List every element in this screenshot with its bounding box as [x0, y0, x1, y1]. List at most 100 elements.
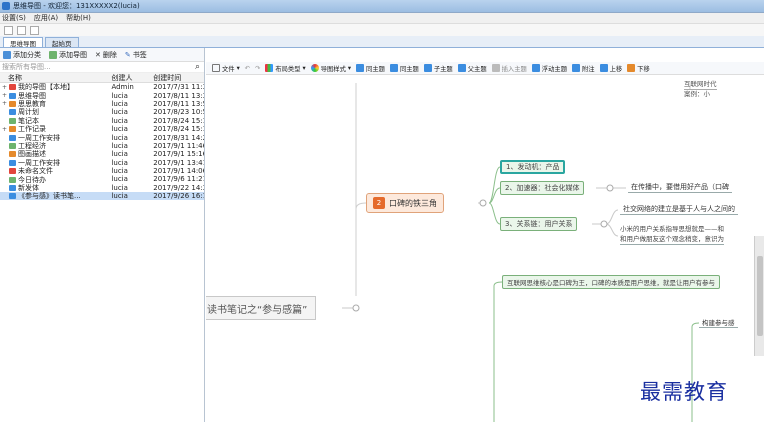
row-creator: lucia: [111, 133, 128, 142]
layout-button[interactable]: 布局类型 ▾: [265, 64, 306, 73]
core-concept-topic[interactable]: 互联网思维核心是口碑为王，口碑的本质是用户思维，就是让用户有参与: [502, 275, 720, 289]
parent-topic-icon: [457, 64, 466, 72]
vertical-scrollbar[interactable]: [754, 236, 764, 356]
row-time: 2017/9/1 15:16: [153, 150, 204, 159]
row-name-cell: 工程经济: [0, 142, 109, 150]
tab-start-page[interactable]: 起始页: [45, 37, 79, 48]
table-row[interactable]: + 思思教育 lucia 2017/8/11 13:5: [0, 100, 204, 108]
insert-topic-button[interactable]: 插入主题: [491, 64, 527, 73]
row-name-cell: + 工作记录: [0, 125, 109, 133]
note-button[interactable]: 附注: [571, 64, 595, 73]
map-file-icon: [9, 176, 16, 183]
row-name-cell: + 思维导图: [0, 91, 109, 100]
layout-icon: [265, 64, 274, 72]
row-time: 2017/9/1 14:06: [153, 167, 204, 176]
row-time: 2017/9/6 11:21: [153, 175, 204, 184]
mindmap-canvas[interactable]: 读书笔记之“参与感篇” 2 口碑的铁三角 1、发动机：产品 2、加速器：社会化媒…: [206, 76, 764, 422]
file-menu-button[interactable]: 文件 ▾: [212, 64, 240, 73]
row-name-cell: 未命名文件: [0, 167, 109, 175]
float-topic-button[interactable]: 浮动主题: [531, 64, 567, 73]
export-icon[interactable]: [30, 25, 39, 35]
row-name-cell: + 我的导图【本地】: [0, 83, 109, 91]
sibling-topic-button[interactable]: 同主题: [356, 64, 385, 73]
header-creator[interactable]: 创建人: [109, 73, 151, 83]
row-time: 2017/9/22 14:3: [153, 183, 204, 192]
leaf-xiaomi-note[interactable]: 小米的用户关系指导思想就是——和 和用户做朋友这个观念稍变，意识为: [620, 224, 724, 245]
note-icon: [571, 64, 580, 72]
row-time: 2017/8/24 15:1: [153, 116, 204, 125]
table-row[interactable]: 一周工作安排 lucia 2017/9/1 13:41: [0, 159, 204, 167]
header-name[interactable]: 名称: [0, 73, 109, 83]
leaf-social-note[interactable]: 社交网络的建立是基于人与人之间的: [620, 203, 738, 215]
table-row[interactable]: 未命名文件 lucia 2017/9/1 14:06: [0, 167, 204, 175]
row-creator: lucia: [111, 108, 128, 117]
move-up-button[interactable]: 上移: [599, 64, 622, 73]
build-participation-topic[interactable]: 构建参与感: [699, 316, 738, 328]
table-row[interactable]: 笔记本 lucia 2017/8/24 15:1: [0, 117, 204, 125]
leaf-xiaomi-line-1: 小米的用户关系指导思想就是——和: [620, 225, 724, 233]
search-input[interactable]: 搜索所有导图... ⌕: [0, 62, 204, 73]
same-topic-button[interactable]: 同主题: [389, 64, 419, 73]
subtopic-user-relations[interactable]: 3、关系链：用户关系: [500, 217, 578, 231]
new-icon[interactable]: [4, 25, 13, 35]
map-file-icon: [9, 100, 16, 107]
row-name-cell: 《参与感》读书笔...: [0, 192, 109, 200]
sibling-topic-icon: [356, 64, 365, 72]
float-topic-icon: [531, 64, 540, 72]
save-icon[interactable]: [17, 25, 26, 35]
menu-bar: 设置(S) 应用(A) 帮助(H): [0, 13, 764, 24]
map-file-icon: [9, 168, 16, 175]
row-time: 2017/8/23 10:5: [153, 108, 204, 117]
table-row[interactable]: 新发体 lucia 2017/9/22 14:3: [0, 184, 204, 192]
row-name-cell: + 思思教育: [0, 100, 109, 108]
expand-toggle-icon[interactable]: +: [2, 84, 7, 91]
expand-toggle-icon[interactable]: +: [2, 92, 7, 99]
map-file-icon: [9, 193, 16, 200]
expand-toggle-icon[interactable]: +: [2, 126, 7, 133]
leaf-media-note[interactable]: 在传播中，要借用好产品（口碑: [628, 181, 732, 193]
subtopic-social-media[interactable]: 2、加速器：社会化媒体: [500, 181, 585, 195]
add-category-button[interactable]: 添加分类: [3, 50, 41, 60]
scrollbar-thumb[interactable]: [757, 256, 763, 336]
top-note-box[interactable]: 互联网时代 案例：小: [684, 80, 717, 99]
central-topic[interactable]: 2 口碑的铁三角: [366, 193, 444, 213]
arrow-up-icon: [599, 64, 608, 72]
row-name: 《参与感》读书笔...: [18, 192, 81, 201]
delete-button[interactable]: ✕ 删除: [95, 50, 117, 60]
menu-settings[interactable]: 设置(S): [2, 13, 26, 23]
row-time: 2017/8/31 14:2: [153, 133, 204, 142]
header-time[interactable]: 创建时间: [151, 73, 204, 83]
row-creator: lucia: [111, 183, 128, 192]
row-creator: lucia: [111, 125, 128, 134]
parent-topic-button[interactable]: 父主题: [457, 64, 487, 73]
table-row[interactable]: 图画描述 lucia 2017/9/1 15:16: [0, 150, 204, 158]
table-row[interactable]: 《参与感》读书笔... lucia 2017/9/26 16:1: [0, 192, 204, 201]
undo-button[interactable]: ↶: [245, 65, 250, 72]
table-row[interactable]: + 思维导图 lucia 2017/8/11 13:3: [0, 91, 204, 100]
subtopic-product[interactable]: 1、发动机：产品: [500, 160, 566, 174]
row-name: 工作记录: [18, 125, 46, 134]
child-topic-button[interactable]: 子主题: [423, 64, 453, 73]
table-row[interactable]: + 工作记录 lucia 2017/8/24 15:1: [0, 125, 204, 133]
row-creator: lucia: [111, 167, 128, 176]
bookmark-button[interactable]: ✎ 书签: [125, 50, 147, 60]
add-map-button[interactable]: 添加导图: [49, 50, 87, 60]
row-creator: lucia: [111, 158, 128, 167]
file-panel: 添加分类 添加导图 ✕ 删除 ✎ 书签 搜索所有导图... ⌕ 名称 创建人 创建时…: [0, 48, 205, 422]
menu-apps[interactable]: 应用(A): [34, 13, 58, 23]
table-row[interactable]: 今日待办 lucia 2017/9/6 11:21: [0, 175, 204, 184]
redo-button[interactable]: ↷: [255, 65, 260, 72]
menu-help[interactable]: 帮助(H): [66, 13, 91, 23]
table-row[interactable]: 工程经济 lucia 2017/9/1 11:46: [0, 142, 204, 150]
table-row[interactable]: 周计划 lucia 2017/8/23 10:5: [0, 108, 204, 116]
style-button[interactable]: 导图样式 ▾: [310, 64, 351, 73]
map-file-icon: [9, 151, 16, 158]
tab-mindmap[interactable]: 思维导图: [3, 37, 43, 48]
search-icon[interactable]: ⌕: [195, 62, 200, 72]
expand-toggle-icon[interactable]: +: [2, 100, 7, 107]
root-topic[interactable]: 读书笔记之“参与感篇”: [206, 296, 317, 320]
table-row[interactable]: 一周工作安排 lucia 2017/8/31 14:2: [0, 133, 204, 142]
child-topic-icon: [423, 64, 432, 72]
move-down-button[interactable]: 下移: [627, 64, 650, 73]
table-row[interactable]: + 我的导图【本地】 Admin 2017/7/31 11:3: [0, 83, 204, 91]
